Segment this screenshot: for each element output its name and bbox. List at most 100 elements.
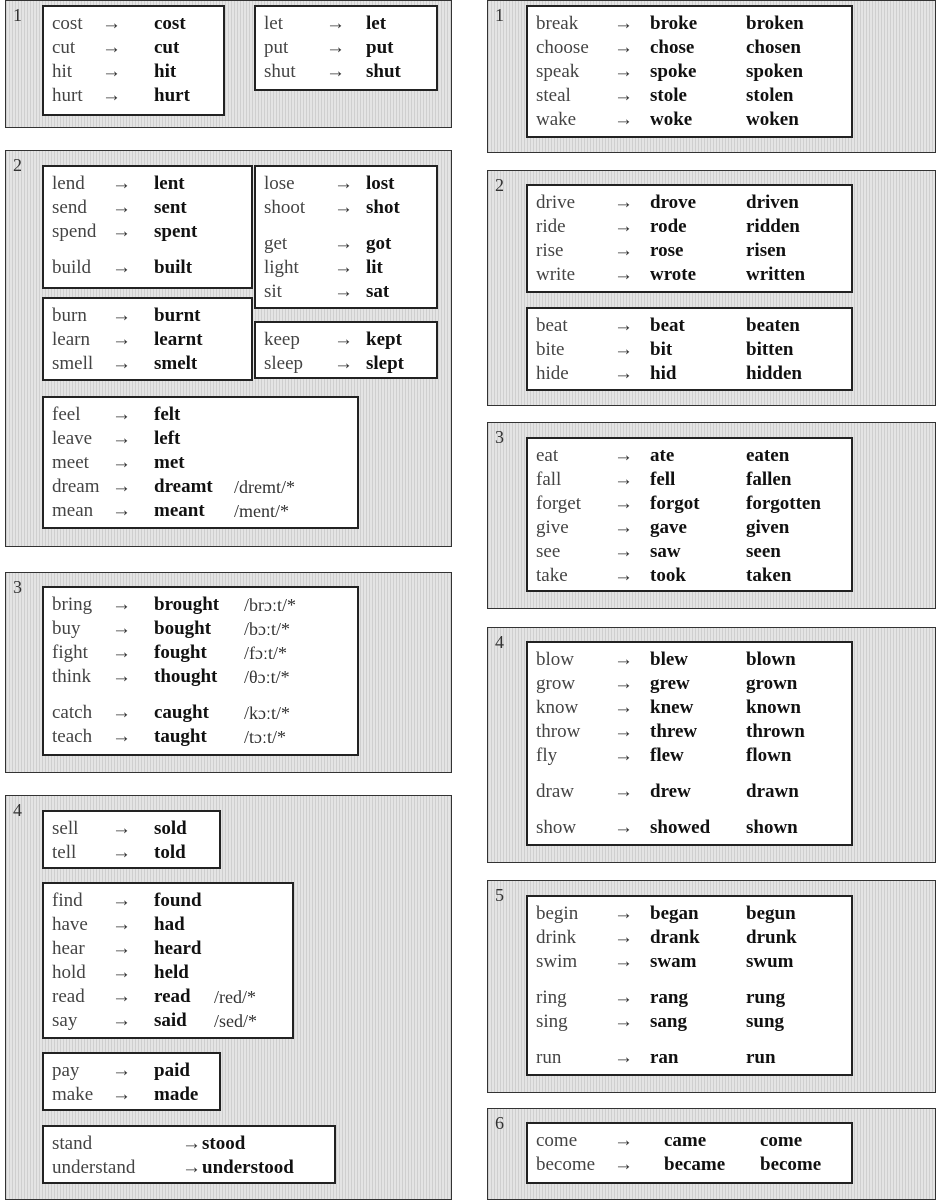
past-form: drank xyxy=(650,927,700,948)
past-form: chose xyxy=(650,37,695,58)
arrow-icon: → xyxy=(326,61,345,82)
past-form: lost xyxy=(366,173,395,194)
arrow-icon: → xyxy=(614,817,633,838)
arrow-icon: → xyxy=(112,257,131,278)
arrow-icon: → xyxy=(614,781,633,802)
arrow-icon: → xyxy=(614,1011,633,1032)
past-form: woke xyxy=(650,109,693,130)
arrow-icon: → xyxy=(614,927,633,948)
past-form: met xyxy=(154,452,185,473)
base-form: shut xyxy=(264,61,296,82)
past-participle: drunk xyxy=(746,927,797,948)
past-form: held xyxy=(154,962,189,983)
arrow-icon: → xyxy=(112,726,131,747)
base-form: have xyxy=(52,914,88,935)
base-form: throw xyxy=(536,721,581,742)
section-number: 4 xyxy=(13,800,22,820)
arrow-icon: → xyxy=(614,61,633,82)
past-participle: seen xyxy=(746,541,781,562)
arrow-icon: → xyxy=(334,257,353,278)
arrow-icon: → xyxy=(112,666,131,687)
base-form: show xyxy=(536,817,577,838)
base-form: ride xyxy=(536,216,566,237)
past-form: sang xyxy=(650,1011,687,1032)
base-form: stand xyxy=(52,1133,93,1154)
past-form: meant xyxy=(154,500,205,521)
base-form: let xyxy=(264,13,283,34)
past-participle: become xyxy=(760,1154,822,1175)
past-form: threw xyxy=(650,721,698,742)
past-form: knew xyxy=(650,697,694,718)
base-form: beat xyxy=(536,315,568,336)
past-participle: taken xyxy=(746,565,792,586)
past-participle: drawn xyxy=(746,781,799,802)
base-form: send xyxy=(52,197,87,218)
past-form: read xyxy=(154,986,191,1007)
past-form: dreamt xyxy=(154,476,213,497)
base-form: bite xyxy=(536,339,565,360)
base-form: pay xyxy=(52,1060,80,1081)
base-form: think xyxy=(52,666,92,687)
past-form: showed xyxy=(650,817,711,838)
arrow-icon: → xyxy=(112,938,131,959)
arrow-icon: → xyxy=(112,173,131,194)
section-number: 3 xyxy=(13,577,22,597)
pronunciation: /θɔːt/* xyxy=(244,667,290,687)
past-participle: written xyxy=(746,264,806,285)
verb-box: pay → paid make → made xyxy=(42,1052,221,1111)
arrow-icon: → xyxy=(112,1010,131,1031)
base-form: find xyxy=(52,890,83,911)
base-form: drink xyxy=(536,927,577,948)
arrow-icon: → xyxy=(102,61,121,82)
past-form: put xyxy=(366,37,394,58)
section-number: 1 xyxy=(13,5,22,25)
past-form: lent xyxy=(154,173,185,194)
past-form: left xyxy=(154,428,181,449)
arrow-icon: → xyxy=(614,1130,633,1151)
past-form: ran xyxy=(650,1047,679,1068)
arrow-icon: → xyxy=(334,233,353,254)
verb-box: cost → cost cut → cut hit → hit hurt → hurt xyxy=(42,5,225,116)
arrow-icon: → xyxy=(112,890,131,911)
past-form: rode xyxy=(650,216,687,237)
arrow-icon: → xyxy=(112,428,131,449)
pronunciation: /red/* xyxy=(214,987,256,1007)
base-form: mean xyxy=(52,500,94,521)
verb-box: blow → blew blown grow → grew grown know → knew kno… xyxy=(526,641,853,846)
past-participle: forgotten xyxy=(746,493,821,514)
arrow-icon: → xyxy=(614,745,633,766)
arrow-icon: → xyxy=(112,500,131,521)
past-participle: beaten xyxy=(746,315,800,336)
arrow-icon: → xyxy=(614,192,633,213)
past-form: built xyxy=(154,257,193,278)
arrow-icon: → xyxy=(614,445,633,466)
pronunciation: /bɔːt/* xyxy=(244,619,290,639)
past-form: drew xyxy=(650,781,691,802)
arrow-icon: → xyxy=(326,37,345,58)
base-form: feel xyxy=(52,404,81,425)
base-form: break xyxy=(536,13,579,34)
past-participle: broken xyxy=(746,13,804,34)
arrow-icon: → xyxy=(334,329,353,350)
past-participle: begun xyxy=(746,903,796,924)
past-form: shut xyxy=(366,61,401,82)
base-form: leave xyxy=(52,428,93,449)
arrow-icon: → xyxy=(614,1154,633,1175)
past-form: found xyxy=(154,890,202,911)
base-form: meet xyxy=(52,452,89,473)
past-form: burnt xyxy=(154,305,201,326)
base-form: tell xyxy=(52,842,77,863)
base-form: buy xyxy=(52,618,81,639)
arrow-icon: → xyxy=(112,642,131,663)
past-participle: risen xyxy=(746,240,787,261)
past-participle: hidden xyxy=(746,363,802,384)
verb-box: sell → sold tell → told xyxy=(42,810,221,869)
past-form: shot xyxy=(366,197,400,218)
arrow-icon: → xyxy=(614,697,633,718)
past-form: stole xyxy=(650,85,687,106)
base-form: hurt xyxy=(52,85,83,106)
section-number: 4 xyxy=(495,632,504,652)
arrow-icon: → xyxy=(614,240,633,261)
past-participle: come xyxy=(760,1130,803,1151)
arrow-icon: → xyxy=(102,37,121,58)
